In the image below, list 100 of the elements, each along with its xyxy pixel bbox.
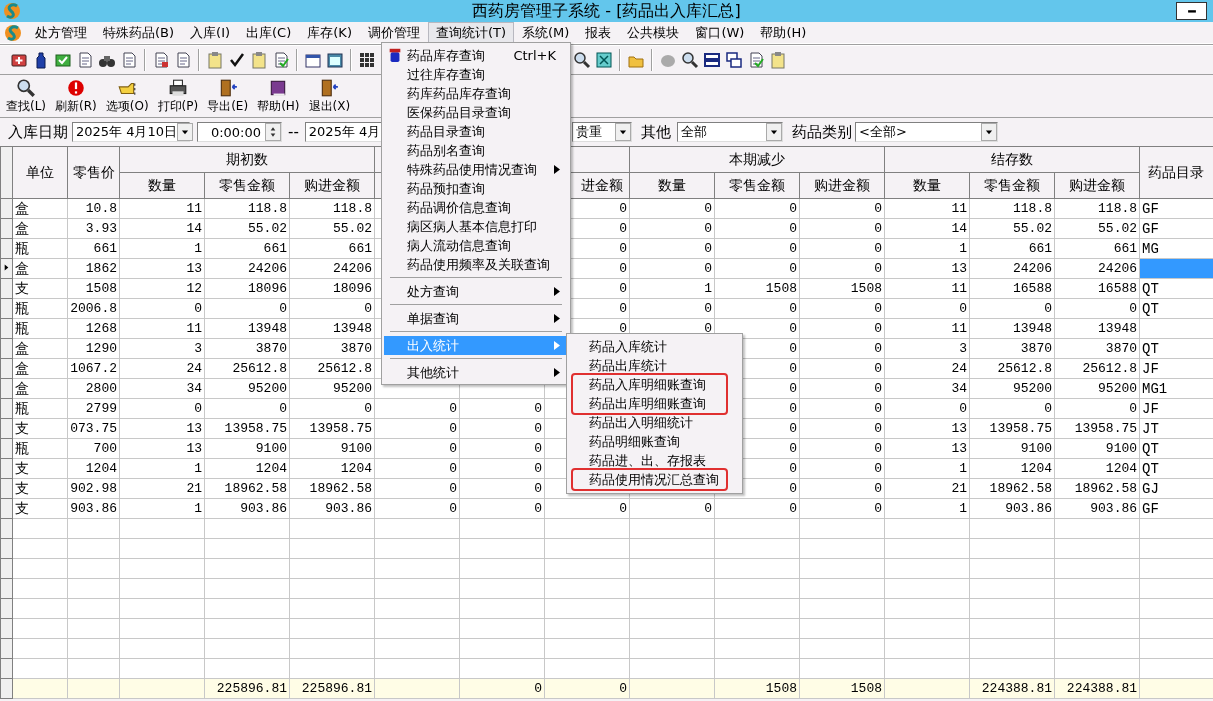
table-cell: 0 [799,258,885,279]
menu-item[interactable]: 药品别名查询 [384,141,568,160]
search-icon[interactable] [681,50,699,69]
table-cell: 0 [884,298,970,319]
column-group-header: 期初数 [119,146,375,173]
document-icon[interactable] [174,50,192,69]
menu-item[interactable]: 其他统计 [384,363,568,382]
table-cell: 55.02 [204,218,290,239]
menu-item[interactable]: 库存(K) [299,22,360,43]
table-cell: 0 [204,298,290,319]
clipboard-icon[interactable] [206,50,224,69]
start-date-dropdown[interactable]: 2025年 4月10日 [72,122,190,142]
column-header[interactable]: 零售金额 [969,172,1055,199]
table-cell: 55.02 [969,218,1055,239]
minimize-button[interactable] [1176,2,1207,20]
checked-document-icon[interactable] [272,50,290,69]
table-cell: 1 [884,458,970,479]
table-cell: 95200 [1054,378,1140,399]
table-cell: 0 [714,198,800,219]
column-header[interactable]: 数量 [119,172,205,199]
toolbar-button[interactable]: 帮助(H) [254,78,303,117]
table-cell: 0 [119,398,205,419]
category-dropdown[interactable]: 贵重 [572,122,632,142]
table-cell: 95200 [204,378,290,399]
menu-item[interactable]: 特殊药品(B) [95,22,183,43]
dropdown-button[interactable] [177,123,194,141]
column-header[interactable]: 零售金额 [714,172,800,199]
app-logo-icon[interactable] [4,23,22,42]
table-cell: 0 [969,398,1055,419]
table-cell: 0 [459,398,545,419]
menu-item[interactable]: 窗口(W) [687,22,753,43]
spin-button[interactable] [265,123,281,141]
column-header[interactable]: 购进金额 [1054,172,1140,199]
time-field[interactable]: 0:00:00 [197,122,282,142]
table-cell: 13958.75 [1054,418,1140,439]
menu-item[interactable]: 出库(C) [238,22,300,43]
column-header[interactable]: 零售金额 [204,172,290,199]
checked-document-icon[interactable] [747,50,765,69]
table-cell: 13948 [289,318,375,339]
table-cell: 0 [714,218,800,239]
table-cell: 18962.58 [204,478,290,499]
menu-item[interactable]: 报表 [577,22,620,43]
column-header[interactable]: 购进金额 [289,172,375,199]
column-header[interactable]: 数量 [884,172,970,199]
windows-icon[interactable] [725,50,743,69]
column-header[interactable]: 零售价 [67,146,120,199]
table-cell: 0 [459,438,545,459]
table-cell: 13948 [969,318,1055,339]
window-icon[interactable] [326,50,344,69]
toolbar-button[interactable]: 查找(L) [3,78,50,117]
menu-item[interactable]: 医保药品目录查询 [384,103,568,122]
clipboard-icon[interactable] [769,50,787,69]
window-title: 西药房管理子系统 - [药品出入库汇总] [472,0,741,22]
table-cell: 2006.8 [67,298,120,319]
table-cell: 1 [629,278,715,299]
menu-item[interactable]: 处方管理 [27,22,95,43]
table-cell: 2800 [67,378,120,399]
column-header[interactable]: 药品目录 [1139,146,1213,199]
menu-item[interactable]: 调价管理 [359,22,428,43]
table-cell: 1290 [67,338,120,359]
table-cell: 903.86 [969,498,1055,519]
menu-item[interactable]: 帮助(H) [752,22,815,43]
menu-item[interactable]: 入库(I) [182,22,239,43]
table-cell: 0 [374,418,460,439]
table-cell: 3870 [969,338,1055,359]
toolbar-button[interactable]: 选项(O) [102,78,152,117]
column-header[interactable]: 购进金额 [799,172,885,199]
clipboard-icon[interactable] [250,50,268,69]
table-cell: 盒 [12,338,68,359]
bars-icon[interactable] [703,50,721,69]
other-dropdown[interactable]: 全部 [677,122,783,142]
column-header[interactable]: 单位 [12,146,68,199]
row-indicator[interactable] [0,258,13,279]
table-cell: 1204 [969,458,1055,479]
dropdown-button[interactable] [766,123,782,141]
menu-item[interactable]: 药品库存查询 Ctrl+K [384,46,568,65]
toolbar-button[interactable]: 退出(X) [305,78,354,117]
menu-item[interactable]: 查询统计(T) [427,22,515,43]
table-cell: 0 [799,378,885,399]
search-icon[interactable] [573,50,591,69]
dot-grid-icon[interactable] [358,50,376,69]
menu-item[interactable]: 药品使用情况汇总查询 [573,470,726,489]
menu-item[interactable]: 公共模块 [619,22,688,43]
dropdown-button[interactable] [981,123,997,141]
table-cell: 2799 [67,398,120,419]
toolbar-button[interactable]: 导出(E) [204,78,252,117]
toolbar-button[interactable]: 打印(P) [154,78,202,117]
close-box-icon[interactable] [595,50,613,69]
menu-item[interactable]: 过往库存查询 [384,65,568,84]
table-cell: 3 [884,338,970,359]
table-cell: 盒 [12,258,68,279]
menu-item[interactable]: 系统(M) [514,22,578,43]
table-cell: 18096 [204,278,290,299]
menu-item[interactable]: 药品目录查询 [384,122,568,141]
dropdown-button[interactable] [615,123,631,141]
document-icon[interactable] [152,50,170,69]
column-header[interactable]: 数量 [629,172,715,199]
menu-item[interactable]: 药库药品库存查询 [384,84,568,103]
drug-type-dropdown[interactable]: <全部> [855,122,998,142]
toolbar-button[interactable]: 刷新(R) [52,78,100,117]
